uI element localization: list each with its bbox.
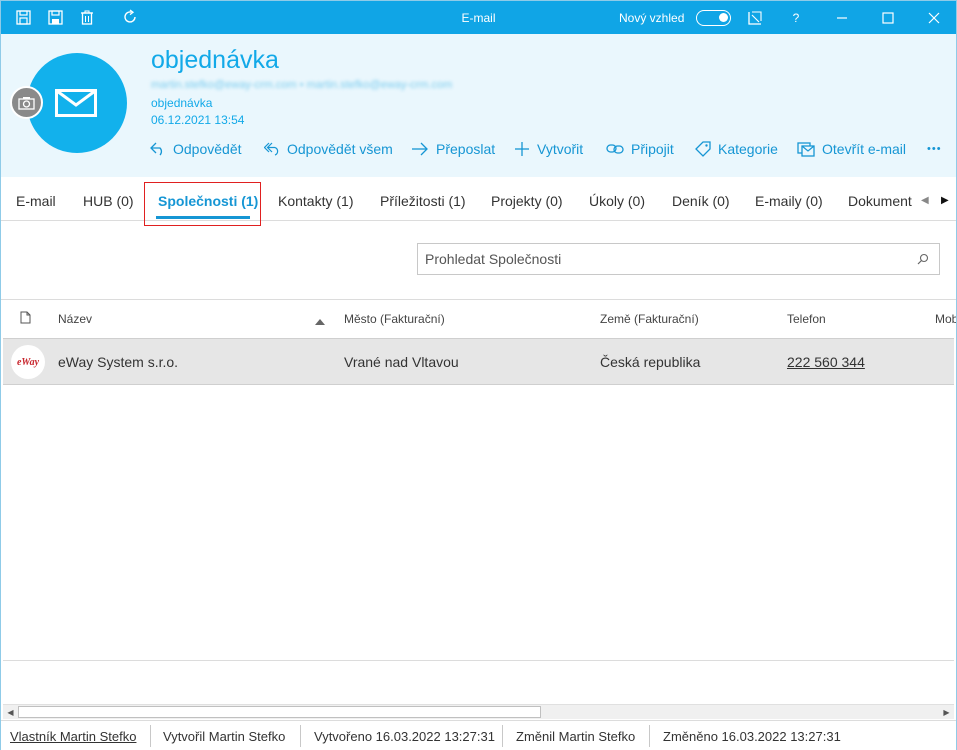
tag-icon: [695, 141, 711, 157]
owner-link[interactable]: Vlastník Martin Stefko: [10, 729, 136, 744]
tab-journal[interactable]: Deník (0): [672, 193, 730, 209]
status-divider: [649, 725, 650, 747]
email-addresses: martin.stefko@eway-crm.com • martin.stef…: [151, 79, 453, 91]
tab-projects[interactable]: Projekty (0): [491, 193, 563, 209]
changed-by: Změnil Martin Stefko: [516, 729, 636, 744]
email-subject-secondary: objednávka: [151, 96, 213, 110]
tab-documents[interactable]: Dokument: [848, 193, 912, 209]
tab-scroll-right-icon[interactable]: ▶: [941, 195, 949, 206]
tab-bar: E-mail HUB (0) Společnosti (1) Kontakty …: [1, 177, 956, 226]
create-label: Vytvořit: [537, 141, 584, 157]
reply-label: Odpovědět: [173, 141, 242, 157]
forward-label: Přeposlat: [436, 141, 496, 157]
company-logo: eWay: [11, 345, 45, 379]
document-icon: [20, 311, 31, 327]
email-window: E-mail Nový vzhled ? objednávka martin.s…: [0, 0, 957, 750]
grid-header: Název Město (Fakturační) Země (Fakturačn…: [1, 299, 956, 337]
company-phone-link[interactable]: 222 560 344: [787, 354, 865, 370]
title-bar: E-mail Nový vzhled ?: [1, 1, 956, 34]
changed-at: Změněno 16.03.2022 13:27:31: [663, 729, 841, 744]
forward-button[interactable]: Přeposlat: [411, 139, 495, 159]
help-button[interactable]: ?: [788, 10, 804, 26]
tab-hub[interactable]: HUB (0): [83, 193, 134, 209]
table-row[interactable]: eWay eWay System s.r.o. Vrané nad Vltavo…: [3, 338, 954, 385]
company-country: Česká republika: [600, 354, 701, 370]
window-title: E-mail: [461, 11, 496, 25]
created-by: Vytvořil Martin Stefko: [163, 729, 286, 744]
close-icon[interactable]: [926, 10, 942, 26]
scroll-left-icon[interactable]: ◀: [3, 705, 18, 719]
tab-contacts[interactable]: Kontakty (1): [278, 193, 353, 209]
company-logo-text: eWay: [16, 356, 40, 368]
forward-arrow-icon: [412, 142, 428, 156]
tab-email[interactable]: E-mail: [16, 193, 56, 209]
reply-button[interactable]: Odpovědět: [150, 139, 242, 159]
status-divider: [300, 725, 301, 747]
horizontal-scrollbar[interactable]: ◀ ▶: [3, 704, 954, 719]
scrollbar-thumb[interactable]: [18, 706, 541, 718]
new-look-toggle[interactable]: [696, 10, 731, 26]
maximize-icon[interactable]: [880, 10, 896, 26]
sort-ascending-icon[interactable]: [315, 314, 325, 328]
grid-bottom-divider: [3, 660, 954, 661]
column-city[interactable]: Město (Fakturační): [344, 312, 445, 326]
envelope-icon: [55, 89, 97, 117]
reply-all-button[interactable]: Odpovědět všem: [264, 139, 393, 159]
minimize-icon[interactable]: [834, 10, 850, 26]
scroll-right-icon[interactable]: ▶: [939, 705, 954, 719]
open-email-icon: [797, 142, 815, 157]
more-actions-button[interactable]: •••: [927, 139, 942, 159]
column-phone[interactable]: Telefon: [787, 312, 826, 326]
category-button[interactable]: Kategorie: [695, 139, 778, 159]
create-button[interactable]: Vytvořit: [514, 139, 583, 159]
link-icon: [606, 144, 624, 154]
new-look-label: Nový vzhled: [619, 11, 685, 25]
camera-icon[interactable]: [10, 86, 43, 119]
plus-icon: [515, 142, 529, 156]
toggle-knob: [719, 13, 728, 22]
attach-button[interactable]: Připojit: [606, 139, 674, 159]
reply-icon: [150, 142, 163, 156]
company-name: eWay System s.r.o.: [58, 354, 179, 370]
tab-scroll-left-icon[interactable]: ◀: [921, 195, 929, 206]
column-name[interactable]: Název: [58, 312, 92, 326]
search-input[interactable]: [418, 244, 898, 274]
search-icon[interactable]: [917, 253, 929, 268]
email-header: objednávka martin.stefko@eway-crm.com • …: [1, 34, 956, 177]
category-label: Kategorie: [718, 141, 778, 157]
column-mobile[interactable]: Mob: [935, 312, 956, 326]
status-bar: Vlastník Martin Stefko Vytvořil Martin S…: [1, 720, 956, 750]
email-date: 06.12.2021 13:54: [151, 113, 245, 127]
open-email-button[interactable]: Otevřít e-mail: [797, 139, 906, 159]
reply-all-icon: [264, 142, 279, 156]
attach-label: Připojit: [631, 141, 674, 157]
tab-highlight-box: [144, 182, 261, 226]
status-divider: [150, 725, 151, 747]
search-box: [417, 243, 940, 275]
tab-emails[interactable]: E-maily (0): [755, 193, 823, 209]
layout-icon[interactable]: [747, 10, 763, 26]
tab-tasks[interactable]: Úkoly (0): [589, 193, 645, 209]
status-divider: [502, 725, 503, 747]
column-country[interactable]: Země (Fakturační): [600, 312, 699, 326]
company-city: Vrané nad Vltavou: [344, 354, 459, 370]
tab-opportunities[interactable]: Příležitosti (1): [380, 193, 466, 209]
created-at: Vytvořeno 16.03.2022 13:27:31: [314, 729, 495, 744]
reply-all-label: Odpovědět všem: [287, 141, 393, 157]
email-subject: objednávka: [151, 46, 279, 74]
open-email-label: Otevřít e-mail: [822, 141, 907, 157]
